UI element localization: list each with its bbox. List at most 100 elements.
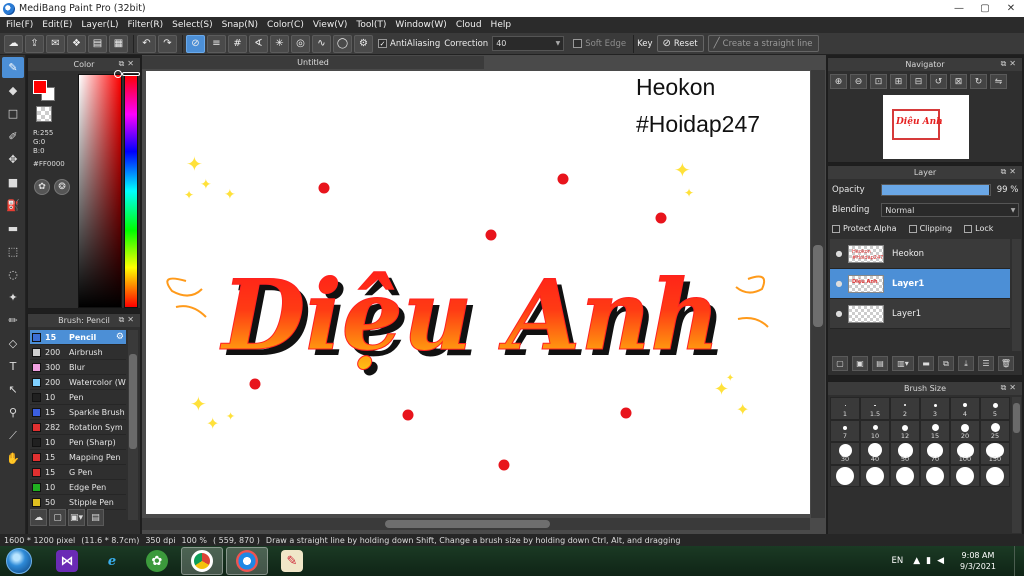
brush-item-edge-pen[interactable]: 10 Edge Pen — [30, 480, 126, 495]
lock-option[interactable]: Lock — [964, 224, 993, 233]
language-indicator[interactable]: EN — [891, 556, 903, 566]
zoom-in-icon[interactable]: ⊕ — [830, 74, 847, 89]
saturation-value-picker[interactable] — [78, 74, 122, 308]
visibility-icon[interactable]: ● — [830, 249, 848, 258]
saturation-value-marker[interactable] — [114, 70, 122, 78]
volume-icon[interactable]: ◀ — [937, 556, 944, 566]
canvas-vertical-scrollbar[interactable] — [811, 70, 825, 518]
vanishing-point-icon[interactable]: ∢ — [249, 34, 268, 53]
brush-size-cell[interactable]: 70 — [920, 442, 950, 465]
rotate-reset-icon[interactable]: ⊠ — [950, 74, 967, 89]
add-layer-menu-icon[interactable]: ▥▾ — [892, 356, 914, 371]
dot-tool-icon[interactable]: ✐ — [2, 126, 24, 147]
menu-filter[interactable]: Filter(R) — [126, 20, 171, 30]
add-brush-menu-icon[interactable]: ▣▾ — [68, 509, 85, 526]
cloud-brush-icon[interactable]: ☁ — [30, 509, 47, 526]
parallel-snap-icon[interactable]: ≡ — [207, 34, 226, 53]
panel-window-controls[interactable]: ⧉✕ — [1001, 383, 1019, 393]
select-tool-icon[interactable]: ⬚ — [2, 241, 24, 262]
visibility-icon[interactable]: ● — [830, 279, 848, 288]
brush-size-cell[interactable]: 40 — [860, 442, 890, 465]
brush-size-cell[interactable]: 30 — [830, 442, 860, 465]
brush-size-cell[interactable]: 150 — [980, 442, 1010, 465]
canvas-horizontal-scrollbar[interactable] — [142, 518, 810, 530]
share-icon[interactable]: ⇪ — [25, 34, 44, 53]
brush-list-scrollbar[interactable] — [128, 330, 138, 520]
gradient-tool-icon[interactable]: ▬ — [2, 218, 24, 239]
network-icon[interactable]: ▮ — [926, 556, 931, 566]
brush-size-cell[interactable]: 12 — [890, 419, 920, 442]
menu-layer[interactable]: Layer(L) — [79, 20, 125, 30]
lasso-tool-icon[interactable]: ◌ — [2, 264, 24, 285]
brush-size-cell[interactable]: 15 — [920, 419, 950, 442]
comment-icon[interactable]: ✉ — [46, 34, 65, 53]
shape-tool-icon[interactable]: □ — [2, 103, 24, 124]
maximize-button[interactable]: ▢ — [972, 0, 998, 17]
select-eraser-tool-icon[interactable]: ◇ — [2, 333, 24, 354]
minimize-button[interactable]: — — [946, 0, 972, 17]
close-button[interactable]: ✕ — [998, 0, 1024, 17]
chevron-up-icon[interactable]: ▲ — [913, 556, 920, 566]
layer-list-scrollbar[interactable] — [1012, 239, 1021, 351]
layer-row[interactable]: ●Diệu AnhLayer1⚙ — [830, 269, 1022, 299]
text-tool-icon[interactable]: T — [2, 356, 24, 377]
flip-icon[interactable]: ⇋ — [990, 74, 1007, 89]
curve-snap-icon[interactable]: ∿ — [312, 34, 331, 53]
cloud-icon[interactable]: ☁ — [4, 34, 23, 53]
magic-wand-tool-icon[interactable]: ✦ — [2, 287, 24, 308]
brush-properties-icon[interactable]: ▤ — [87, 509, 104, 526]
fit-icon[interactable]: ⊡ — [870, 74, 887, 89]
menu-window[interactable]: Window(W) — [393, 20, 453, 30]
concentric-snap-icon[interactable]: ◎ — [291, 34, 310, 53]
brush-size-cell[interactable]: 1.5 — [860, 397, 890, 420]
taskbar-coccoc[interactable]: ✿ — [136, 547, 178, 575]
redo-icon[interactable]: ↷ — [158, 34, 177, 53]
brush-item-pen-sharp[interactable]: 10 Pen (Sharp) — [30, 435, 126, 450]
hue-slider-marker[interactable] — [122, 72, 140, 76]
brush-size-cell[interactable] — [980, 464, 1010, 487]
snap-off-icon[interactable]: ⊘ — [186, 34, 205, 53]
brush-item-stipple-pen[interactable]: 50 Stipple Pen — [30, 495, 126, 510]
brush-size-cell[interactable] — [860, 464, 890, 487]
panel-window-controls[interactable]: ⧉✕ — [1001, 59, 1019, 69]
team-icon[interactable]: ❖ — [67, 34, 86, 53]
delete-layer-icon[interactable]: 🗑 — [998, 356, 1014, 371]
add-brush-icon[interactable]: ▢ — [49, 509, 66, 526]
scrollbar-thumb[interactable] — [385, 520, 550, 528]
layer-row[interactable]: ● Layer1 — [830, 299, 1010, 329]
actual-size-icon[interactable]: ⊞ — [890, 74, 907, 89]
clipping-option[interactable]: Clipping — [908, 224, 952, 233]
brush-size-cell[interactable]: 50 — [890, 442, 920, 465]
menu-cloud[interactable]: Cloud — [454, 20, 489, 30]
show-desktop-button[interactable] — [1014, 546, 1024, 576]
blending-select[interactable]: Normal ▼ — [881, 203, 1020, 217]
panel-window-controls[interactable]: ⧉✕ — [119, 315, 137, 325]
folder-icon[interactable]: ▬ — [918, 356, 934, 371]
opacity-slider[interactable] — [880, 184, 991, 196]
clock[interactable]: 9:08 AM 9/3/2021 — [950, 550, 1006, 572]
navigator-preview[interactable]: Diệu Anh — [883, 95, 969, 159]
menu-file[interactable]: File(F) — [4, 20, 40, 30]
panel-window-controls[interactable]: ⧉✕ — [119, 59, 137, 69]
merge-down-icon[interactable]: ⤓ — [958, 356, 974, 371]
rotate-left-icon[interactable]: ↺ — [930, 74, 947, 89]
protect-alpha-option[interactable]: Protect Alpha — [832, 224, 897, 233]
zoom-reset-icon[interactable]: ⊟ — [910, 74, 927, 89]
brush-item-airbrush[interactable]: 200 Airbrush — [30, 345, 126, 360]
visibility-icon[interactable]: ● — [830, 309, 848, 318]
taskbar-paint[interactable]: ✎ — [271, 547, 313, 575]
brush-item-mapping-pen[interactable]: 15 Mapping Pen — [30, 450, 126, 465]
undo-icon[interactable]: ↶ — [137, 34, 156, 53]
radial-snap-icon[interactable]: ✳ — [270, 34, 289, 53]
antialiasing-checkbox[interactable]: ✓ — [378, 39, 387, 48]
brush-size-cell[interactable] — [920, 464, 950, 487]
layer-menu-icon[interactable]: ☰ — [978, 356, 994, 371]
scrollbar-thumb[interactable] — [129, 354, 137, 449]
operation-tool-icon[interactable]: ↖ — [2, 379, 24, 400]
new-8bit-layer-icon[interactable]: ▤ — [872, 356, 888, 371]
snap-settings-icon[interactable]: ⚙ — [354, 34, 373, 53]
select-pen-tool-icon[interactable]: ✏ — [2, 310, 24, 331]
brush-item-rotation-sym[interactable]: 282 Rotation Sym — [30, 420, 126, 435]
protect-alpha-checkbox[interactable] — [832, 224, 840, 233]
menu-color[interactable]: Color(C) — [265, 20, 311, 30]
